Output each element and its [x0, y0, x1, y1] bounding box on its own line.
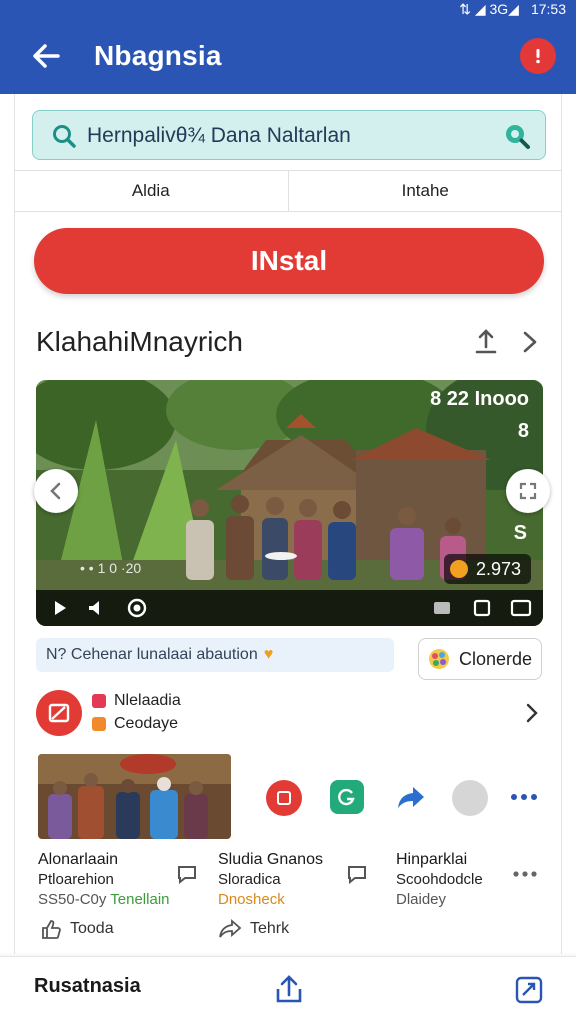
- expand-icon: [519, 482, 537, 500]
- tab-second[interactable]: Intahe: [287, 171, 563, 211]
- pip-icon[interactable]: [472, 598, 492, 618]
- palette-icon: [429, 649, 449, 669]
- share-icon[interactable]: [474, 328, 498, 356]
- comment-icon[interactable]: [346, 864, 368, 884]
- chevron-left-icon: [50, 482, 61, 500]
- item-meta: SS50-C0y: [38, 891, 107, 908]
- tab-bar: Aldia Intahe: [14, 170, 562, 212]
- item-meta-accent: Tenellain: [110, 891, 170, 908]
- item-sub: Ptloarehion: [38, 871, 114, 888]
- like-button[interactable]: Tooda: [40, 918, 114, 940]
- arrow-left-icon: [33, 44, 60, 68]
- media-caption: • • 1 0 ·20: [80, 560, 142, 576]
- source-row[interactable]: Nlelaadia Ceodaye: [36, 690, 544, 736]
- clonerde-label: Clonerde: [459, 648, 533, 669]
- status-time: 17:53: [530, 1, 566, 17]
- share-action-button[interactable]: Tehrk: [218, 918, 289, 940]
- thumbs-up-icon: [42, 920, 61, 939]
- app-bar: Nbagnsia: [0, 18, 576, 94]
- edit-icon[interactable]: [514, 975, 544, 1005]
- source-name: Nlelaadia: [114, 692, 181, 709]
- item-meta-accent: Dlaidey: [396, 891, 447, 908]
- green-app-button[interactable]: [330, 780, 364, 814]
- heart-icon: ♥: [263, 646, 274, 663]
- source-sub: Ceodaye: [114, 715, 179, 732]
- list-item[interactable]: Alonarlaain Ptloarehion SS50-C0y Tenella…: [38, 850, 170, 910]
- bottom-bar-title: Rusatnasia: [34, 975, 141, 997]
- alert-icon: [536, 49, 540, 64]
- search-input[interactable]: Hernpalivθ¾ Dana Naltarlan: [87, 124, 351, 148]
- thumbnail-photo: [38, 754, 231, 839]
- more-horizontal-icon[interactable]: [512, 870, 538, 878]
- status-bar: ⇅ ◢ 3G◢ 17:53: [0, 0, 576, 18]
- back-button[interactable]: [28, 38, 64, 74]
- volume-icon[interactable]: [86, 598, 106, 618]
- more-options-button[interactable]: [510, 780, 538, 814]
- thumbnail-image[interactable]: [38, 754, 231, 839]
- info-chip[interactable]: N? Cehenar lunalaai abaution ♥: [36, 638, 394, 672]
- source-line-1: Nlelaadia: [92, 692, 181, 710]
- section-title: KlahahiMnayrich: [36, 326, 243, 357]
- info-chip-text: N? Cehenar lunalaai abaution: [46, 646, 258, 663]
- orange-square-icon: [92, 717, 106, 731]
- item-title: Sludia Gnanos: [218, 851, 323, 868]
- comment-icon[interactable]: [176, 864, 198, 884]
- list-item[interactable]: Hinparklai Scoohdodcle Dlaidey: [396, 850, 483, 910]
- upload-icon[interactable]: [274, 973, 304, 1005]
- more-horizontal-icon: [511, 794, 537, 800]
- forward-arrow-icon: [398, 787, 424, 808]
- like-label: Tooda: [70, 920, 114, 937]
- source-line-2: Ceodaye: [92, 715, 178, 733]
- app-title: Nbagnsia: [94, 40, 222, 71]
- voice-search-icon[interactable]: [503, 122, 531, 150]
- clonerde-button[interactable]: Clonerde: [418, 638, 542, 680]
- menu-button[interactable]: [520, 38, 556, 74]
- tab-first[interactable]: Aldia: [14, 171, 288, 211]
- chevron-right-icon[interactable]: [518, 330, 540, 354]
- overlay-title: 8 22 Inooo: [430, 388, 529, 410]
- search-bar[interactable]: Hernpalivθ¾ Dana Naltarlan: [32, 110, 546, 160]
- media-carousel[interactable]: 8 22 Inooo 8 S • • 1 0 ·20 2.973: [36, 380, 543, 626]
- source-logo-icon: [36, 690, 82, 736]
- overlay-badge: 8: [517, 420, 529, 442]
- carousel-next-button[interactable]: [506, 469, 550, 513]
- captions-icon[interactable]: [432, 599, 452, 617]
- item-title: Alonarlaain: [38, 851, 119, 868]
- play-icon[interactable]: [50, 598, 70, 618]
- red-square-icon: [92, 694, 106, 708]
- fullscreen-icon[interactable]: [510, 598, 532, 618]
- media-controls: [36, 590, 543, 626]
- overlay-mark: S: [513, 522, 527, 544]
- pinterest-button[interactable]: [266, 780, 302, 816]
- coin-icon: [449, 560, 468, 578]
- item-sub: Sloradica: [218, 871, 281, 888]
- search-icon: [53, 125, 76, 148]
- chevron-right-icon: [526, 703, 538, 723]
- grey-circle-button[interactable]: [452, 780, 488, 816]
- view-count-badge: 2.973: [443, 554, 531, 584]
- item-sub: Scoohdodcle: [396, 871, 483, 888]
- list-item[interactable]: Sludia Gnanos Sloradica Dnosheck: [218, 850, 323, 910]
- item-meta-accent: Dnosheck: [218, 891, 285, 908]
- install-button[interactable]: INstal: [34, 228, 544, 294]
- item-title: Hinparklai: [396, 851, 468, 868]
- share-label: Tehrk: [250, 920, 290, 937]
- share-arrow-icon: [219, 919, 242, 938]
- status-icons: ⇅ ◢ 3G◢: [459, 0, 519, 17]
- g-icon: [338, 788, 355, 806]
- carousel-prev-button[interactable]: [34, 469, 78, 513]
- bottom-bar: Rusatnasia: [0, 956, 576, 1024]
- forward-button[interactable]: [396, 780, 426, 814]
- record-icon[interactable]: [126, 597, 148, 619]
- pin-icon: [277, 791, 291, 805]
- view-count: 2.973: [475, 558, 521, 579]
